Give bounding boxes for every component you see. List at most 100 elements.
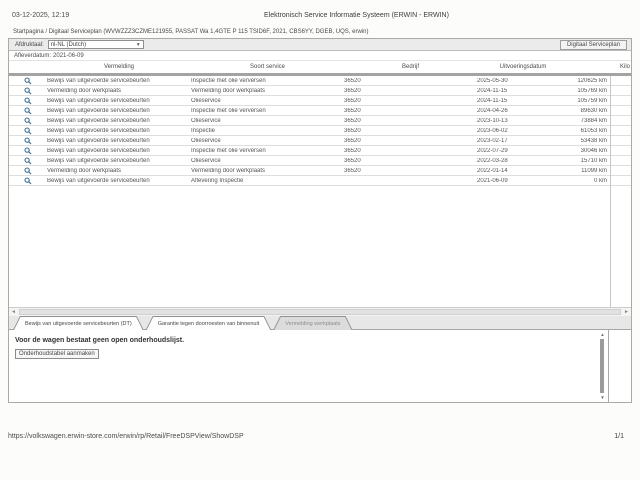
language-select-value: nl-NL (Dutch) (50, 41, 87, 48)
cell-vermelding: Vermelding door werkplaats (47, 167, 122, 174)
print-footer-url: https://volkswagen.erwin-store.com/erwin… (8, 433, 244, 440)
row-detail-button[interactable] (24, 106, 33, 115)
cell-km: 73884 km (580, 117, 607, 124)
table-row: Bewijs van uitgevoerde servicebeurten In… (9, 76, 631, 86)
serviceplan-frame: Afdruktaal: nl-NL (Dutch) ▼ Digitaal Ser… (8, 38, 632, 403)
cell-datum: 2024-04-26 (477, 107, 508, 114)
cell-vermelding: Bewijs van uitgevoerde servicebeurten (47, 157, 150, 164)
page-number: 1/1 (614, 433, 624, 440)
cell-datum: 2021-06-09 (477, 177, 508, 184)
cell-km: 61053 km (580, 127, 607, 134)
row-detail-button[interactable] (24, 166, 33, 175)
cell-soort: Olieservice (191, 137, 221, 144)
cell-km: 53438 km (580, 137, 607, 144)
scroll-up-arrow-icon[interactable]: ▲ (599, 332, 606, 337)
column-header-soort-service: Soort service (249, 64, 285, 70)
cell-soort: Aflevering Inspectie (191, 177, 244, 184)
row-detail-button[interactable] (24, 76, 33, 85)
magnifier-icon (24, 126, 32, 134)
cell-vermelding: Bewijs van uitgevoerde servicebeurten (47, 97, 150, 104)
magnifier-icon (24, 76, 32, 84)
magnifier-icon (24, 96, 32, 104)
magnifier-icon (24, 86, 32, 94)
table-row: Bewijs van uitgevoerde servicebeurten Af… (9, 176, 631, 186)
service-table-body: Bewijs van uitgevoerde servicebeurten In… (9, 76, 631, 307)
table-row: Vermelding door werkplaats Vermelding do… (9, 86, 631, 96)
horizontal-scrollbar[interactable]: ◄ ► (9, 307, 631, 316)
row-detail-button[interactable] (24, 156, 33, 165)
cell-datum: 2023-10-13 (477, 117, 508, 124)
table-row: Bewijs van uitgevoerde servicebeurten In… (9, 106, 631, 116)
cell-km: 30046 km (580, 147, 607, 154)
column-header-kilometerstand: Kilo (619, 64, 630, 70)
cell-soort: Vermelding door werkplaats (191, 167, 266, 174)
cell-bedrijf: 36520 (344, 157, 361, 164)
table-row: Bewijs van uitgevoerde servicebeurten Ol… (9, 96, 631, 106)
table-row: Bewijs van uitgevoerde servicebeurten Ol… (9, 156, 631, 166)
magnifier-icon (24, 136, 32, 144)
cell-vermelding: Bewijs van uitgevoerde servicebeurten (47, 117, 150, 124)
tab-vermelding-werkplaats[interactable]: Vermelding werkplaats (273, 316, 352, 330)
row-detail-button[interactable] (24, 86, 33, 95)
tab-garantie-doorroesten[interactable]: Garantie tegen doorroesten van binnenuit (146, 316, 272, 330)
cell-km: 89630 km (580, 107, 607, 114)
delivery-date-label: Afleverdatum: (14, 52, 52, 59)
row-detail-button[interactable] (24, 146, 33, 155)
cell-bedrijf: 36520 (344, 127, 361, 134)
vertical-scrollbar[interactable]: ▲ ▼ (599, 332, 606, 400)
row-detail-button[interactable] (24, 126, 33, 135)
page-title: Elektronisch Service Informatie Systeem … (264, 12, 449, 19)
scroll-right-arrow-icon[interactable]: ► (624, 309, 629, 316)
digitaal-serviceplan-button[interactable]: Digitaal Serviceplan (559, 39, 627, 50)
no-open-maintenance-message: Voor de wagen bestaat geen open onderhou… (15, 337, 185, 344)
table-header-row: Vermelding Soort service Bedrijf Uitvoer… (9, 61, 631, 76)
magnifier-icon (24, 146, 32, 154)
cell-bedrijf: 36520 (344, 137, 361, 144)
row-detail-button[interactable] (24, 96, 33, 105)
cell-datum: 2022-01-14 (477, 167, 508, 174)
magnifier-icon (24, 116, 32, 124)
maintenance-panel: Voor de wagen bestaat geen open onderhou… (9, 330, 609, 402)
create-maintenance-table-button[interactable]: Onderhoudstabel aanmaken (15, 349, 99, 359)
language-label: Afdruktaal: (15, 41, 44, 48)
cell-km: 0 km (593, 177, 607, 184)
cell-vermelding: Bewijs van uitgevoerde servicebeurten (47, 147, 150, 154)
cell-bedrijf: 36520 (344, 117, 361, 124)
cell-km: 105769 km (577, 87, 607, 94)
cell-km: 105759 km (577, 97, 607, 104)
vertical-scrollbar-thumb[interactable] (600, 339, 604, 393)
language-select[interactable]: nl-NL (Dutch) ▼ (47, 40, 144, 49)
magnifier-icon (24, 176, 32, 184)
tab-bar: Bewijs van uitgevoerde servicebeurten (D… (9, 316, 631, 330)
scroll-down-arrow-icon[interactable]: ▼ (599, 395, 606, 400)
cell-vermelding: Bewijs van uitgevoerde servicebeurten (47, 107, 150, 114)
cell-bedrijf: 36520 (344, 77, 361, 84)
magnifier-icon (24, 156, 32, 164)
cell-datum: 2023-02-17 (477, 137, 508, 144)
delivery-date-row: Afleverdatum: 2021-06-09 (9, 51, 631, 61)
tab-bewijs-servicebeurten[interactable]: Bewijs van uitgevoerde servicebeurten (D… (13, 316, 144, 330)
breadcrumb[interactable]: Startpagina / Digitaal Serviceplan (WVWZ… (13, 29, 368, 35)
row-detail-button[interactable] (24, 136, 33, 145)
cell-bedrijf: 36520 (344, 147, 361, 154)
cell-vermelding: Bewijs van uitgevoerde servicebeurten (47, 137, 150, 144)
cell-vermelding: Bewijs van uitgevoerde servicebeurten (47, 127, 150, 134)
row-detail-button[interactable] (24, 116, 33, 125)
table-row: Vermelding door werkplaats Vermelding do… (9, 166, 631, 176)
horizontal-scrollbar-thumb[interactable] (19, 309, 621, 315)
cell-soort: Inspectie met olie verversen (191, 147, 266, 154)
magnifier-icon (24, 166, 32, 174)
print-language-toolbar: Afdruktaal: nl-NL (Dutch) ▼ Digitaal Ser… (9, 39, 631, 51)
cell-datum: 2022-03-28 (477, 157, 508, 164)
cell-datum: 2025-05-30 (477, 77, 508, 84)
table-right-border (610, 76, 611, 307)
scroll-left-arrow-icon[interactable]: ◄ (11, 309, 16, 316)
cell-bedrijf: 36520 (344, 97, 361, 104)
table-row: Bewijs van uitgevoerde servicebeurten In… (9, 146, 631, 156)
cell-soort: Inspectie met olie verversen (191, 107, 266, 114)
magnifier-icon (24, 106, 32, 114)
cell-soort: Olieservice (191, 97, 221, 104)
table-rows: Bewijs van uitgevoerde servicebeurten In… (9, 76, 631, 186)
row-detail-button[interactable] (24, 176, 33, 185)
table-row: Bewijs van uitgevoerde servicebeurten Ol… (9, 136, 631, 146)
